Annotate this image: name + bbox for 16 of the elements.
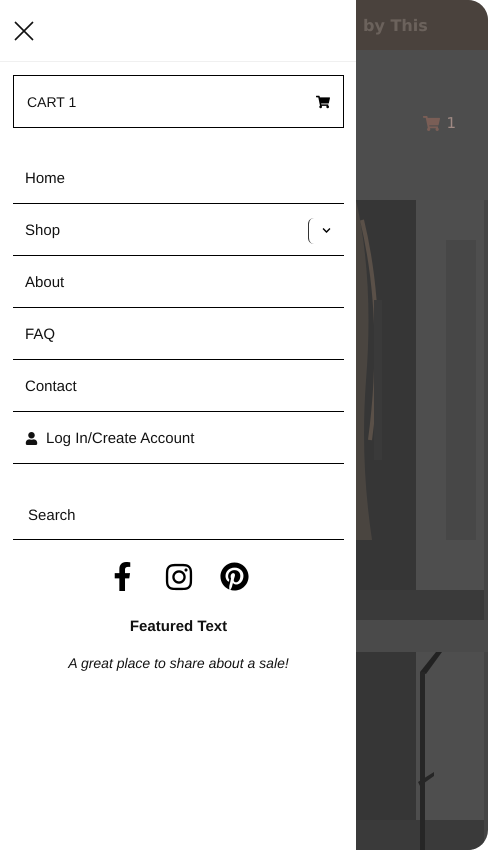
cart-button[interactable]: CART 1 [13,75,344,128]
menu-link[interactable]: Home [25,170,66,187]
featured-title: Featured Text [128,618,228,635]
cart-count: 1 [446,114,456,132]
menu-link[interactable]: Log In/Create Account [25,430,194,447]
cart-icon [316,94,330,108]
close-icon[interactable] [13,20,35,42]
menu-link[interactable]: FAQ [25,326,56,343]
user-icon [25,432,38,445]
menu-link[interactable]: About [25,274,64,291]
menu-link[interactable]: Contact [25,378,77,395]
menu-link[interactable]: Shop [25,222,60,239]
featured-text: A great place to share about a sale! [66,655,290,671]
pinterest-icon[interactable] [218,562,252,592]
chevron-down-icon [322,226,331,235]
cart-icon [423,114,440,132]
